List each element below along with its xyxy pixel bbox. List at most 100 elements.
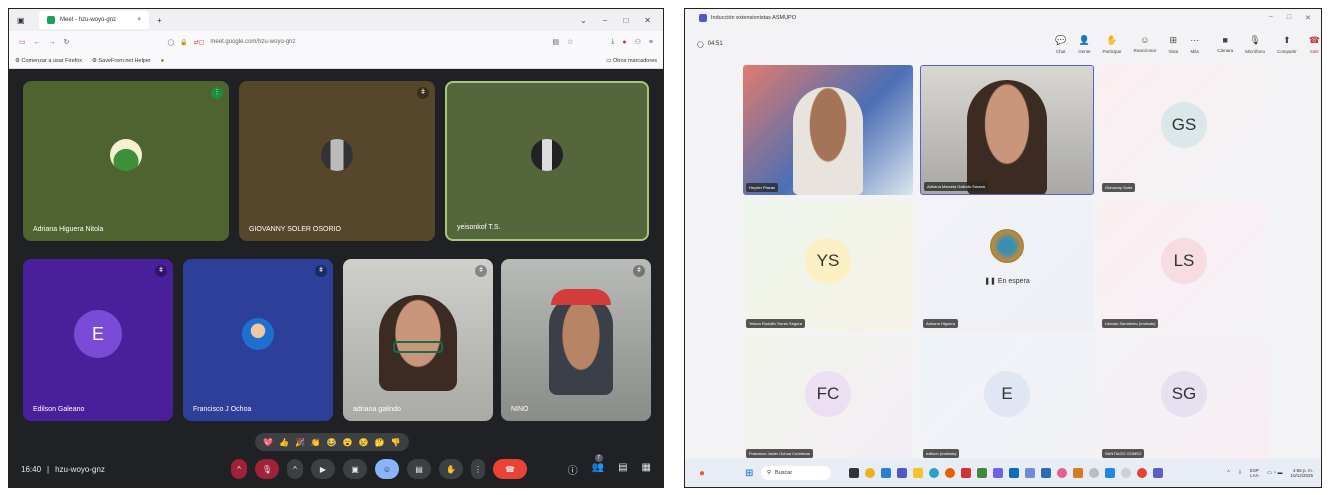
camera-button[interactable]: ■ Cámara: [1217, 35, 1233, 54]
raise-hand-button[interactable]: ✋ Participar: [1102, 35, 1121, 54]
reaction-heart-icon[interactable]: 💖: [263, 438, 273, 447]
participant-tile[interactable]: FC Francisco Javier Ochoa Contreras: [743, 337, 913, 461]
maximize-icon[interactable]: □: [623, 16, 628, 25]
chat-icon[interactable]: ▤: [618, 462, 627, 477]
taskbar-clock[interactable]: 4:56 p. m. 10/12/2025: [1290, 468, 1313, 478]
usb-icon[interactable]: ⇩: [1238, 470, 1242, 476]
back-icon[interactable]: ←: [34, 39, 41, 46]
participant-tile[interactable]: E ǂ Edilson Galeano: [23, 259, 173, 421]
participant-tile[interactable]: YS Yeison Rodolfo Torres Segura: [743, 201, 913, 331]
participant-tile[interactable]: GS Giovanny Soler: [1099, 65, 1269, 195]
firefox-icon[interactable]: [945, 468, 955, 478]
bookmark-extra-icon[interactable]: ●: [161, 58, 164, 64]
leave-call-button[interactable]: ☎: [493, 459, 527, 479]
teams-icon[interactable]: [897, 468, 907, 478]
captions-icon[interactable]: ▣: [343, 459, 367, 479]
raise-hand-button[interactable]: ✋: [439, 459, 463, 479]
maximize-icon[interactable]: □: [1287, 14, 1291, 22]
reaction-thumbs-down-icon[interactable]: 👎: [391, 438, 401, 447]
app-icon[interactable]: [1121, 468, 1131, 478]
tab-close-icon[interactable]: ×: [137, 17, 141, 23]
store-icon[interactable]: [881, 468, 891, 478]
emoji-button[interactable]: ☺: [375, 459, 399, 479]
chrome-icon[interactable]: [865, 468, 875, 478]
react-button[interactable]: ☺ Reaccionar: [1134, 35, 1157, 54]
new-tab-button[interactable]: +: [157, 16, 162, 25]
tab-list-icon[interactable]: ▣: [17, 16, 25, 25]
menu-icon[interactable]: ≡: [649, 39, 653, 46]
camera-permission-icon[interactable]: ⇄▢: [194, 39, 205, 46]
participant-tile[interactable]: E edilson (Invitado): [920, 337, 1094, 461]
camera-button[interactable]: ▶: [311, 459, 335, 479]
reader-view-icon[interactable]: ▤: [552, 38, 559, 46]
app-icon[interactable]: [1057, 468, 1067, 478]
app-icon[interactable]: [1153, 468, 1163, 478]
participant-tile-speaking[interactable]: Adriana Marcela Galindo Soracá: [920, 65, 1094, 195]
app-icon[interactable]: [1105, 468, 1115, 478]
tray-overflow-icon[interactable]: ^: [1227, 470, 1229, 476]
app-icon[interactable]: [1025, 468, 1035, 478]
start-icon[interactable]: ⊞: [745, 468, 753, 479]
info-icon[interactable]: ⓘ: [568, 462, 578, 477]
app-icon[interactable]: [1041, 468, 1051, 478]
more-button[interactable]: ⋯ Más: [1190, 35, 1199, 54]
participant-tile[interactable]: ⋮ Adriana Higuera Nitola: [23, 81, 229, 241]
app-icon[interactable]: [993, 468, 1003, 478]
other-bookmarks[interactable]: ▭ Otros marcadores: [606, 58, 657, 64]
more-options-button[interactable]: ⋮: [471, 459, 485, 479]
app-icon[interactable]: [1073, 468, 1083, 478]
app-icon[interactable]: [961, 468, 971, 478]
app-icon[interactable]: [1137, 468, 1147, 478]
people-button[interactable]: 👥 7: [592, 453, 604, 477]
minimize-icon[interactable]: −: [603, 16, 608, 25]
reaction-thinking-icon[interactable]: 🤔: [375, 438, 385, 447]
forward-icon[interactable]: →: [49, 39, 56, 46]
participant-tile[interactable]: SG SANTIAGO GOMEZ: [1099, 337, 1269, 461]
reaction-clap-icon[interactable]: 👏: [311, 438, 321, 447]
language-indicator[interactable]: ESP LAA: [1250, 468, 1259, 478]
extension-icon[interactable]: ●: [622, 39, 626, 46]
mic-options-button[interactable]: ^: [231, 459, 247, 479]
bookmark-savefrom[interactable]: ⚙ SaveFrom.net Helper: [92, 58, 151, 64]
participant-tile[interactable]: ǂ GIOVANNY SOLER OSORIO: [239, 81, 435, 241]
downloads-icon[interactable]: ⤓: [611, 38, 614, 46]
camera-options-button[interactable]: ^: [287, 459, 303, 479]
explorer-icon[interactable]: [913, 468, 923, 478]
participant-tile[interactable]: ǂ Francisco J Ochoa: [183, 259, 333, 421]
widgets-icon[interactable]: ●: [699, 468, 705, 479]
reaction-party-icon[interactable]: 🎉: [295, 438, 305, 447]
leave-button[interactable]: ☎ Salir: [1309, 35, 1320, 54]
participant-tile[interactable]: ❚❚ En espera Adriana Higuera: [920, 201, 1094, 331]
participant-tile[interactable]: LS Libardo Sarmiento (Invitado): [1099, 201, 1269, 331]
bookmark-firefox[interactable]: ⚙ Comenzar a usar Firefox: [15, 58, 82, 64]
reaction-surprised-icon[interactable]: 😮: [343, 438, 353, 447]
chat-button[interactable]: 💬 Chat: [1055, 35, 1066, 54]
app-icon[interactable]: [1089, 468, 1099, 478]
tab-overflow-icon[interactable]: ⌄: [580, 16, 587, 25]
reaction-thumbs-up-icon[interactable]: 👍: [279, 438, 289, 447]
lock-icon[interactable]: 🔒: [180, 39, 187, 46]
close-window-icon[interactable]: ✕: [1305, 14, 1311, 22]
account-icon[interactable]: ⚇: [635, 38, 641, 46]
view-button[interactable]: ⊞ Vista: [1168, 35, 1178, 54]
participant-tile[interactable]: Heyder Plazas: [743, 65, 913, 195]
share-button[interactable]: ⬆ Compartir: [1277, 35, 1297, 54]
browser-tab-meet[interactable]: Meet - hzu-woyo-gnz ×: [39, 11, 149, 29]
app-icon[interactable]: [1009, 468, 1019, 478]
task-view-icon[interactable]: [849, 468, 859, 478]
minimize-icon[interactable]: −: [1269, 14, 1273, 22]
shield-icon[interactable]: ◯: [168, 39, 175, 46]
present-button[interactable]: ▤: [407, 459, 431, 479]
participant-tile-speaking[interactable]: yeisonkof T.S.: [445, 81, 649, 241]
participant-tile[interactable]: ǂ NINO: [501, 259, 651, 421]
app-icon[interactable]: [977, 468, 987, 478]
reload-icon[interactable]: ↻: [64, 38, 70, 46]
firefox-view-icon[interactable]: ▭: [19, 38, 26, 46]
activities-icon[interactable]: ▦: [642, 462, 651, 477]
close-window-icon[interactable]: ✕: [644, 16, 651, 25]
people-button[interactable]: 👤 Gente: [1078, 35, 1090, 54]
edge-icon[interactable]: [929, 468, 939, 478]
mic-muted-button[interactable]: 🎙: [255, 459, 279, 479]
network-volume-battery-icons[interactable]: ▭ ◔ ▬: [1267, 470, 1283, 476]
bookmark-star-icon[interactable]: ☆: [567, 38, 573, 46]
